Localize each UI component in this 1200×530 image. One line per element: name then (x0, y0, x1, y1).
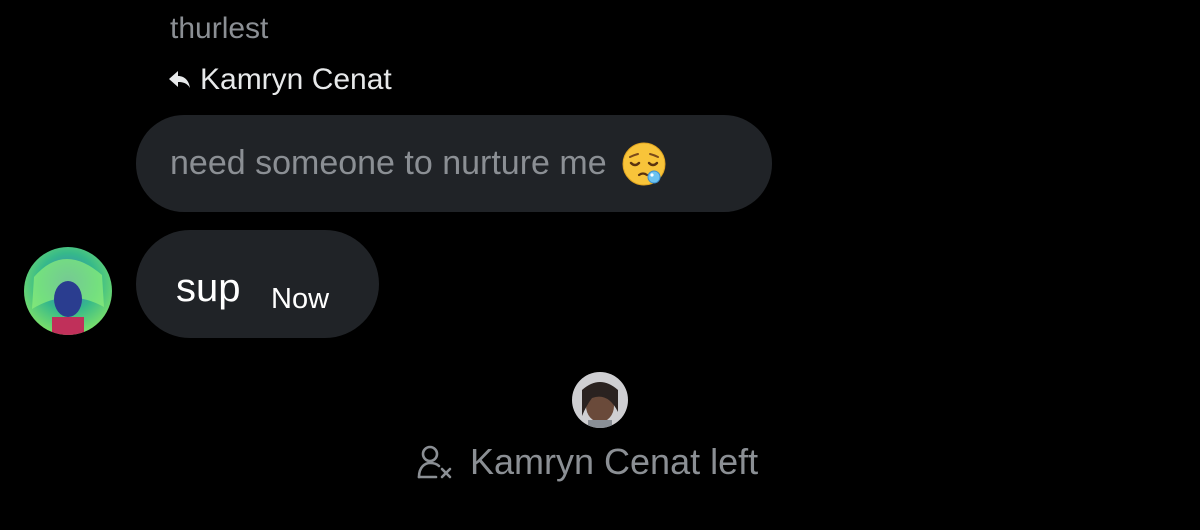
message-text: sup (176, 266, 241, 310)
reply-to-name: Kamryn Cenat (200, 63, 392, 96)
system-event-notice: Kamryn Cenat left (416, 440, 758, 484)
message-timestamp: Now (271, 283, 330, 315)
quoted-message-text: need someone to nurture me (170, 144, 607, 182)
message-bubble[interactable]: sup Now (136, 230, 379, 338)
system-event-text: Kamryn Cenat left (470, 441, 759, 482)
reply-reference[interactable]: Kamryn Cenat (168, 60, 392, 100)
sender-name: thurlest (170, 12, 269, 45)
reply-arrow-icon (168, 69, 192, 91)
sleepy-face-emoji (621, 141, 667, 187)
user-removed-icon (416, 443, 454, 481)
left-user-avatar (572, 372, 628, 428)
quoted-message-bubble[interactable]: need someone to nurture me (136, 115, 772, 212)
avatar[interactable] (24, 247, 112, 335)
